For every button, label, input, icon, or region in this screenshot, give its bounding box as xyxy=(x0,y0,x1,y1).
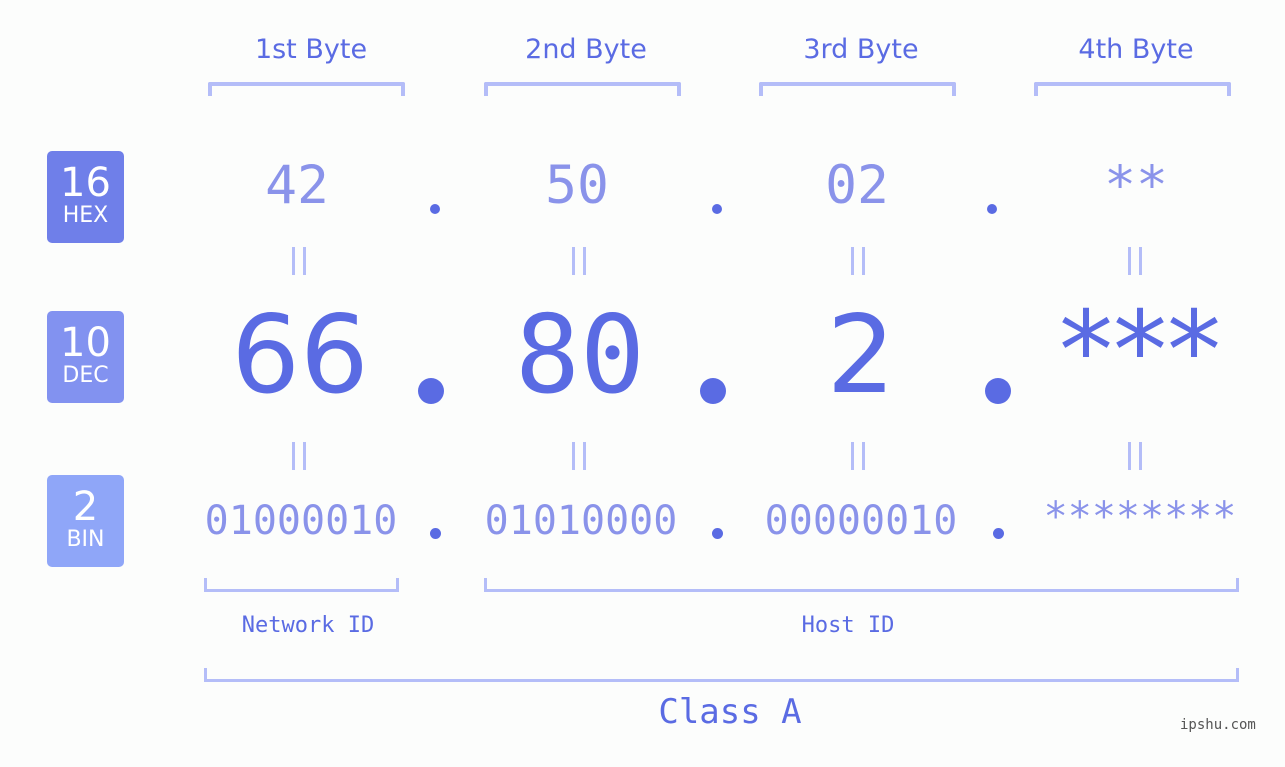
bin-base-number: 2 xyxy=(72,484,99,530)
equals-icon xyxy=(1128,442,1142,470)
byte-bracket-3 xyxy=(759,82,956,96)
hex-separator-dot xyxy=(712,204,722,214)
dec-byte-4: *** xyxy=(1059,289,1221,414)
hex-separator-dot xyxy=(987,204,997,214)
class-label: Class A xyxy=(658,692,802,732)
class-bracket xyxy=(204,668,1239,682)
hex-byte-1: 42 xyxy=(265,155,329,216)
dec-badge: 10 DEC xyxy=(47,311,124,403)
bin-base-label: BIN xyxy=(66,527,105,552)
network-id-bracket xyxy=(204,578,399,592)
byte-header-1: 1st Byte xyxy=(254,34,368,65)
host-id-bracket xyxy=(484,578,1239,592)
bin-byte-2: 01010000 xyxy=(484,498,678,544)
bin-byte-1: 01000010 xyxy=(204,498,398,544)
hex-base-number: 16 xyxy=(60,160,111,206)
watermark: ipshu.com xyxy=(1180,717,1256,733)
bin-separator-dot xyxy=(712,528,723,539)
equals-icon xyxy=(851,247,865,275)
equals-icon xyxy=(292,247,306,275)
dec-base-label: DEC xyxy=(62,363,109,388)
dec-separator-dot xyxy=(985,378,1011,404)
equals-icon xyxy=(1128,247,1142,275)
bin-separator-dot xyxy=(993,528,1004,539)
bin-byte-4: ******** xyxy=(1043,494,1237,540)
bin-badge: 2 BIN xyxy=(47,475,124,567)
byte-header-3: 3rd Byte xyxy=(803,34,919,65)
hex-badge: 16 HEX xyxy=(47,151,124,243)
dec-separator-dot xyxy=(700,378,726,404)
dec-separator-dot xyxy=(418,378,444,404)
hex-base-label: HEX xyxy=(62,203,109,228)
bin-separator-dot xyxy=(430,528,441,539)
hex-separator-dot xyxy=(430,204,440,214)
dec-byte-3: 2 xyxy=(826,293,896,418)
equals-icon xyxy=(851,442,865,470)
hex-byte-2: 50 xyxy=(545,155,609,216)
byte-header-4: 4th Byte xyxy=(1078,34,1194,65)
network-id-label: Network ID xyxy=(241,613,375,638)
dec-base-number: 10 xyxy=(60,320,111,366)
byte-header-2: 2nd Byte xyxy=(525,34,647,65)
equals-icon xyxy=(572,247,586,275)
host-id-label: Host ID xyxy=(801,613,895,638)
equals-icon xyxy=(292,442,306,470)
byte-bracket-1 xyxy=(208,82,405,96)
dec-byte-1: 66 xyxy=(231,293,369,418)
hex-byte-4: ** xyxy=(1104,155,1168,216)
dec-byte-2: 80 xyxy=(514,293,646,418)
bin-byte-3: 00000010 xyxy=(764,498,958,544)
byte-bracket-4 xyxy=(1034,82,1231,96)
byte-bracket-2 xyxy=(484,82,681,96)
hex-byte-3: 02 xyxy=(825,155,889,216)
equals-icon xyxy=(572,442,586,470)
